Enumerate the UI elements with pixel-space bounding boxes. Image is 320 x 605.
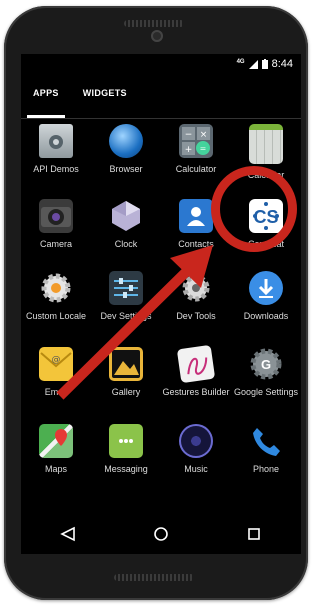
app-clock[interactable]: Clock xyxy=(91,199,161,249)
front-camera xyxy=(151,30,163,42)
app-label: Music xyxy=(184,464,208,474)
email-icon: @ xyxy=(39,347,73,381)
app-email[interactable]: @ Email xyxy=(21,347,91,397)
app-label: Maps xyxy=(44,464,67,474)
calculator-icon: − × + = xyxy=(179,124,213,158)
status-icons: 4G 8:44 xyxy=(237,58,293,70)
tab-apps[interactable]: APPS xyxy=(21,76,71,118)
top-speaker xyxy=(124,20,184,27)
app-label: Messaging xyxy=(104,464,148,474)
app-label: API Demos xyxy=(33,164,79,174)
app-label: Email xyxy=(44,387,68,397)
recents-icon[interactable] xyxy=(246,526,262,542)
gallery-icon xyxy=(109,347,143,381)
music-icon xyxy=(179,424,213,458)
app-custom-locale[interactable]: Custom Locale xyxy=(21,271,91,321)
bottom-speaker xyxy=(114,574,194,581)
app-gestures-builder[interactable]: Gestures Builder xyxy=(161,344,231,397)
app-label: Clock xyxy=(114,239,138,249)
app-label: Dev Settings xyxy=(100,311,152,321)
svg-text:=: = xyxy=(200,144,207,153)
calendar-icon xyxy=(249,124,283,164)
app-phone[interactable]: Phone xyxy=(231,424,301,474)
gestures-icon xyxy=(176,344,216,384)
app-music[interactable]: Music xyxy=(161,424,231,474)
navigation-bar xyxy=(21,514,301,554)
globe-icon xyxy=(109,124,143,158)
app-label: Gestures Builder xyxy=(162,387,230,397)
home-icon[interactable] xyxy=(153,526,169,542)
svg-text:+: + xyxy=(185,145,193,155)
app-calculator[interactable]: − × + = Calculator xyxy=(161,124,231,174)
google-settings-icon: G xyxy=(249,347,283,381)
clock-icon xyxy=(109,199,143,233)
app-label: Google Settings xyxy=(233,387,299,397)
app-label: Dev Tools xyxy=(176,311,216,321)
app-label: Browser xyxy=(109,164,143,174)
app-label: Phone xyxy=(252,464,280,474)
network-label: 4G xyxy=(236,58,245,65)
back-icon[interactable] xyxy=(59,526,76,542)
app-camera[interactable]: Camera xyxy=(21,199,91,249)
app-gallery[interactable]: Gallery xyxy=(91,347,161,397)
sliders-icon xyxy=(109,271,143,305)
app-label: Gallery xyxy=(111,387,141,397)
screen: 4G 8:44 APPS WIDGETS API Demos Browser −… xyxy=(21,54,301,554)
app-api-demos[interactable]: API Demos xyxy=(21,124,91,174)
tab-widgets[interactable]: WIDGETS xyxy=(71,76,139,110)
app-dev-settings[interactable]: Dev Settings xyxy=(91,271,161,321)
app-messaging[interactable]: Messaging xyxy=(91,424,161,474)
app-browser[interactable]: Browser xyxy=(91,124,161,174)
phone-icon xyxy=(249,424,283,458)
clock-time: 8:44 xyxy=(271,58,293,70)
app-label: Custom Locale xyxy=(25,311,87,321)
gear-icon xyxy=(39,271,73,305)
app-label: Downloads xyxy=(243,311,289,321)
app-maps[interactable]: Maps xyxy=(21,424,91,474)
messaging-icon xyxy=(109,424,143,458)
svg-text:−: − xyxy=(185,130,193,140)
svg-text:×: × xyxy=(200,130,208,140)
app-label: Camera xyxy=(39,239,72,249)
battery-icon xyxy=(261,59,268,69)
svg-text:@: @ xyxy=(52,355,61,365)
folder-gear-icon xyxy=(39,124,73,158)
maps-icon xyxy=(39,424,73,458)
tabs-divider xyxy=(21,118,301,119)
app-label: Calculator xyxy=(175,164,217,174)
app-dev-tools[interactable]: Dev Tools xyxy=(161,271,231,321)
camera-icon xyxy=(39,199,73,233)
app-downloads[interactable]: Downloads xyxy=(231,271,301,321)
contacts-icon xyxy=(179,199,213,233)
signal-icon xyxy=(248,59,258,69)
tools-gear-icon xyxy=(179,271,213,305)
app-google-settings[interactable]: G Google Settings xyxy=(231,347,301,397)
svg-text:G: G xyxy=(261,357,271,372)
app-label: Contacts xyxy=(178,239,214,249)
tab-bar: APPS WIDGETS xyxy=(21,76,301,118)
status-bar: 4G 8:44 xyxy=(21,54,301,74)
download-icon xyxy=(249,271,283,305)
annotation-circle xyxy=(211,166,297,252)
